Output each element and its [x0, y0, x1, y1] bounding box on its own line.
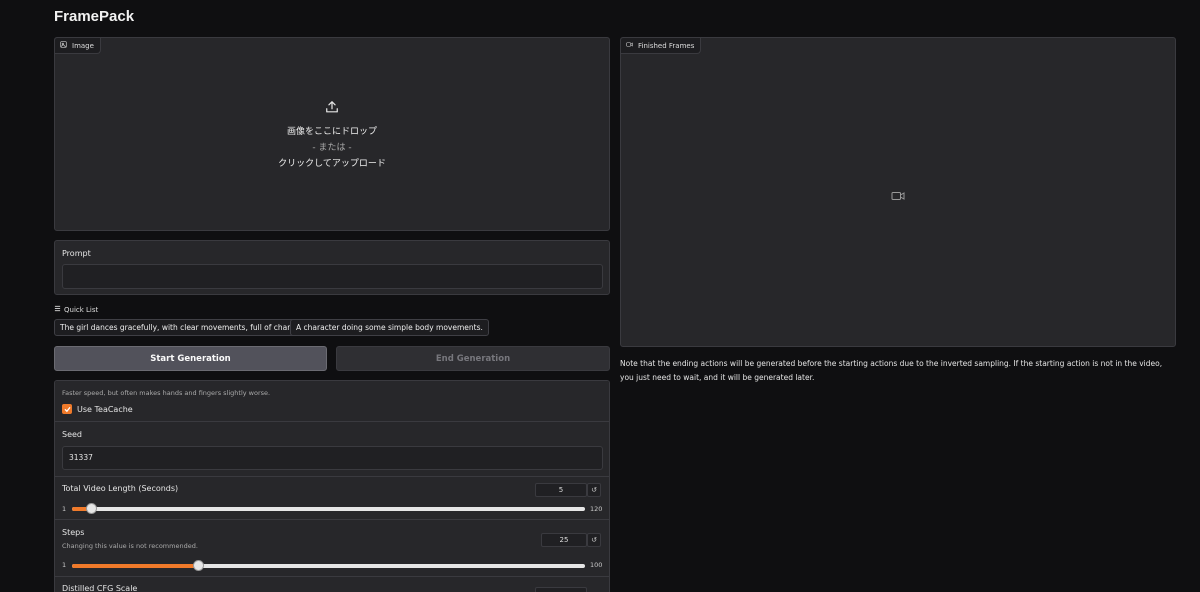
- reset-icon: ↺: [591, 486, 597, 494]
- steps-section: Steps Changing this value is not recomme…: [55, 520, 609, 577]
- seed-label: Seed: [62, 430, 82, 439]
- seed-section: Seed 31337: [55, 422, 609, 477]
- image-label-tag: Image: [55, 38, 101, 54]
- steps-label: Steps: [62, 528, 85, 537]
- settings-panel: Faster speed, but often makes hands and …: [54, 380, 610, 592]
- prompt-label: Prompt: [62, 249, 91, 258]
- upload-text-or: - または -: [312, 143, 352, 153]
- quick-list-item[interactable]: The girl dances gracefully, with clear m…: [54, 319, 306, 336]
- video-label-tag: Finished Frames: [621, 38, 702, 54]
- image-icon: [60, 41, 67, 50]
- upload-text-click: クリックしてアップロード: [278, 159, 386, 169]
- image-panel: 画像をここにドロップ - または - クリックしてアップロード Image: [54, 37, 610, 231]
- video-label: Finished Frames: [638, 41, 695, 50]
- steps-min: 1: [62, 561, 67, 569]
- steps-reset-button[interactable]: ↺: [587, 533, 601, 547]
- video-length-label: Total Video Length (Seconds): [62, 484, 179, 493]
- quick-list-item[interactable]: A character doing some simple body movem…: [290, 319, 489, 336]
- steps-slider-fill: [72, 564, 197, 568]
- cfg-section: Distilled CFG Scale: [55, 577, 609, 592]
- teacache-checkbox-row[interactable]: Use TeaCache: [62, 404, 133, 414]
- steps-slider[interactable]: [72, 560, 585, 571]
- cfg-label: Distilled CFG Scale: [62, 584, 138, 592]
- prompt-panel: Prompt: [54, 240, 610, 295]
- video-length-slider[interactable]: [72, 503, 585, 514]
- steps-number-input[interactable]: 25: [541, 533, 587, 547]
- end-generation-button[interactable]: End Generation: [336, 346, 610, 371]
- teacache-checkbox[interactable]: [62, 404, 72, 414]
- steps-info: Changing this value is not recommended.: [62, 542, 198, 550]
- seed-input[interactable]: 31337: [62, 446, 603, 470]
- list-icon: [54, 305, 61, 314]
- video-length-number-input[interactable]: 5: [535, 483, 587, 497]
- quick-list-label: Quick List: [64, 305, 99, 314]
- image-label: Image: [72, 41, 94, 50]
- steps-max: 100: [590, 561, 603, 569]
- upload-icon: [325, 99, 339, 118]
- video-length-min: 1: [62, 505, 67, 513]
- teacache-label: Use TeaCache: [77, 404, 133, 414]
- sampling-note: Note that the ending actions will be gen…: [620, 359, 1163, 382]
- upload-text-drop: 画像をここにドロップ: [286, 127, 377, 137]
- teacache-section: Faster speed, but often makes hands and …: [55, 381, 609, 422]
- video-placeholder-icon: [891, 186, 905, 205]
- teacache-info: Faster speed, but often makes hands and …: [62, 389, 271, 397]
- image-upload-dropzone[interactable]: 画像をここにドロップ - または - クリックしてアップロード: [55, 38, 609, 230]
- quick-list-header: Quick List: [54, 305, 98, 314]
- steps-slider-thumb[interactable]: [193, 560, 205, 571]
- video-length-section: Total Video Length (Seconds) 5 ↺ 1 120: [55, 477, 609, 520]
- reset-icon: ↺: [591, 536, 597, 544]
- video-camera-icon: [626, 41, 633, 50]
- video-length-max: 120: [590, 505, 603, 513]
- cfg-number-input[interactable]: [535, 587, 587, 592]
- video-length-slider-thumb[interactable]: [86, 503, 98, 514]
- prompt-input[interactable]: [62, 264, 603, 289]
- video-panel: Finished Frames: [620, 37, 1176, 347]
- app-title: FramePack: [54, 8, 135, 25]
- start-generation-button[interactable]: Start Generation: [54, 346, 327, 371]
- video-length-reset-button[interactable]: ↺: [587, 483, 601, 497]
